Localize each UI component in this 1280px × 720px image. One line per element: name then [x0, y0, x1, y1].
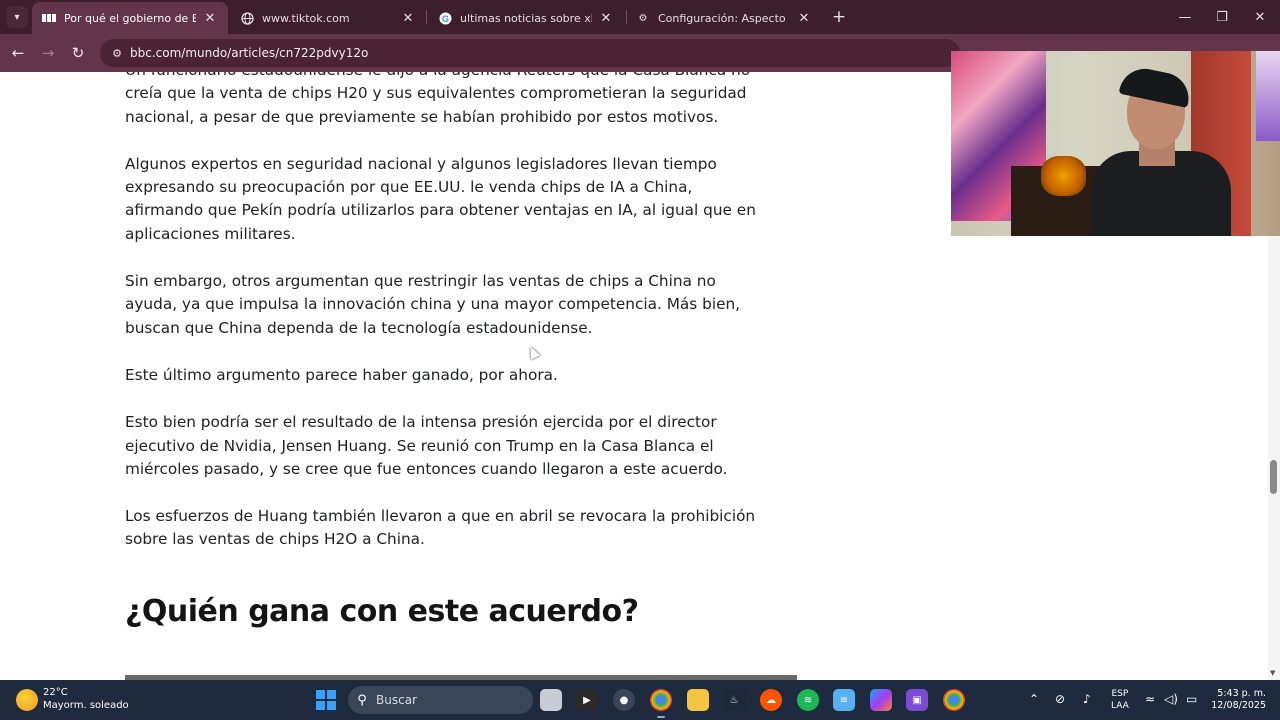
close-tab-icon[interactable]: ✕	[796, 11, 812, 26]
chrome-profile-icon[interactable]	[943, 689, 965, 711]
article-paragraph: Este último argumento parece haber ganad…	[125, 365, 558, 384]
battery-icon[interactable]: ▭	[1186, 692, 1197, 706]
soundcloud-icon[interactable]: ☁	[760, 689, 782, 711]
scroll-down-icon[interactable]: ▼	[1270, 669, 1275, 677]
windows-start-icon[interactable]	[316, 690, 336, 710]
tab-title: Por qué el gobierno de EE.UU. a	[64, 11, 196, 25]
article-paragraph: Algunos expertos en seguridad nacional y…	[125, 154, 756, 243]
section-heading: ¿Quién gana con este acuerdo?	[125, 593, 639, 629]
tab-title: Configuración: Aspecto	[658, 11, 786, 25]
site-info-icon[interactable]: ⚙	[104, 47, 130, 60]
volume-icon[interactable]: ◁)	[1164, 692, 1178, 706]
address-url: bbc.com/mundo/articles/cn722pdvy12o	[130, 46, 369, 60]
close-tab-icon[interactable]: ✕	[400, 11, 416, 26]
webcam-poster	[1256, 51, 1280, 141]
running-indicator	[657, 716, 665, 718]
clock-time: 5:43 p. m.	[1217, 688, 1266, 699]
new-tab-button[interactable]: +	[829, 7, 849, 27]
scrollbar-thumb[interactable]	[1270, 460, 1277, 494]
article-paragraph: Esto bien podría ser el resultado de la …	[125, 413, 728, 478]
article-paragraph: Los esfuerzos de Huang también llevaron …	[125, 507, 756, 549]
copilot-icon[interactable]	[870, 689, 892, 711]
network-off-icon[interactable]: ⊘	[1055, 692, 1065, 706]
system-clock[interactable]: 5:43 p. m. 12/08/2025	[1208, 688, 1266, 712]
search-placeholder: Buscar	[376, 693, 417, 707]
close-tab-icon[interactable]: ✕	[202, 11, 218, 26]
article-paragraph: Sin embargo, otros argumentan que restri…	[125, 272, 741, 337]
obs-icon[interactable]: ●	[613, 689, 635, 711]
weather-description[interactable]: Mayorm. soleado	[43, 700, 129, 711]
address-bar[interactable]: ⚙ bbc.com/mundo/articles/cn722pdvy12o	[100, 39, 960, 67]
bbc-icon	[42, 11, 56, 25]
svg-text:G: G	[441, 14, 448, 24]
tab-google-search[interactable]: G ultimas noticias sobre xbox - Bu ✕	[428, 2, 624, 34]
gear-icon: ⚙	[638, 12, 648, 24]
notepad-icon[interactable]: ≡	[833, 689, 855, 711]
back-button[interactable]: ←	[8, 43, 28, 63]
tab-title: www.tiktok.com	[262, 11, 350, 25]
webcam-figurine	[1041, 156, 1086, 196]
task-view-icon[interactable]	[540, 689, 562, 711]
live-app-icon[interactable]: ▶	[576, 689, 598, 711]
article-body: Un funcionario estadounidense le dijo a …	[125, 72, 765, 632]
tab-search-button[interactable]: ▾	[6, 6, 28, 28]
weather-temperature[interactable]: 22°C	[43, 687, 68, 698]
globe-icon	[240, 11, 254, 25]
tab-separator	[426, 10, 427, 24]
tab-bbc[interactable]: Por qué el gobierno de EE.UU. a ✕	[32, 2, 228, 34]
language-code: ESP	[1111, 689, 1129, 699]
clock-date: 12/08/2025	[1211, 700, 1266, 711]
spotify-icon[interactable]: ≋	[797, 689, 819, 711]
reload-button[interactable]: ↻	[68, 43, 88, 63]
forward-button[interactable]: →	[38, 43, 58, 63]
chrome-icon[interactable]	[650, 689, 672, 711]
minimize-button[interactable]: —	[1166, 0, 1204, 34]
article-paragraph: Un funcionario estadounidense le dijo a …	[125, 72, 750, 126]
show-hidden-icons[interactable]: ⌃	[1029, 692, 1039, 706]
language-indicator[interactable]: ESP LAA	[1111, 688, 1129, 712]
microphone-icon[interactable]: ♪	[1083, 692, 1091, 706]
file-explorer-icon[interactable]	[687, 689, 709, 711]
keyboard-layout: LAA	[1111, 701, 1129, 711]
weather-sun-icon[interactable]	[16, 689, 38, 711]
chip-app-icon[interactable]: ▣	[906, 689, 928, 711]
wifi-icon[interactable]: ≈	[1145, 692, 1155, 706]
tab-tiktok[interactable]: www.tiktok.com ✕	[230, 2, 426, 34]
taskbar-search[interactable]: ⚲ Buscar	[348, 686, 533, 714]
steam-icon[interactable]: ♨	[723, 689, 745, 711]
tab-settings[interactable]: ⚙ Configuración: Aspecto ✕	[626, 2, 822, 34]
close-tab-icon[interactable]: ✕	[598, 11, 614, 26]
google-icon: G	[438, 11, 452, 25]
search-icon: ⚲	[357, 692, 367, 708]
restore-button[interactable]: ❐	[1203, 0, 1241, 34]
close-window-button[interactable]: ✕	[1241, 0, 1279, 34]
webcam-overlay	[951, 51, 1280, 236]
tab-title: ultimas noticias sobre xbox - Bu	[460, 11, 592, 25]
